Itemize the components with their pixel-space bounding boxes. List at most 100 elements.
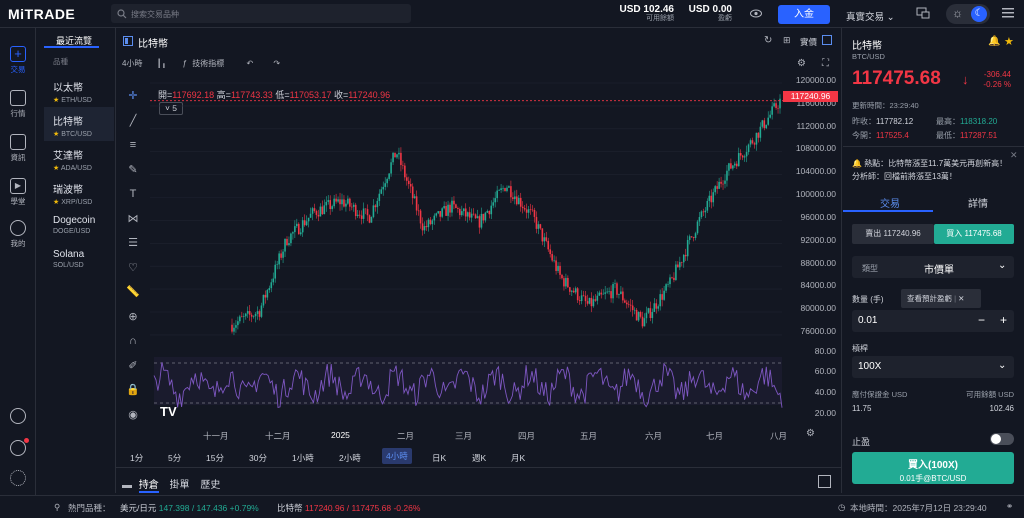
timeframe-2h[interactable]: 2小時 — [339, 452, 361, 464]
candle-body — [378, 193, 381, 201]
candle-body — [732, 165, 734, 169]
watchlist-item-sol[interactable]: Solana SOL/USD — [44, 243, 114, 277]
timeframe-day[interactable]: 日K — [432, 452, 446, 464]
timeframe-5m[interactable]: 5分 — [168, 452, 181, 464]
price-chart[interactable] — [150, 75, 840, 445]
plus-square-icon: + — [10, 46, 26, 62]
candle-body — [690, 236, 693, 238]
theme-toggle[interactable]: ☼ ☾ — [946, 4, 990, 24]
panel-toggle-icon[interactable] — [822, 35, 832, 45]
nav-item-academy[interactable]: ▶ 學堂 — [0, 178, 36, 207]
tab-history[interactable]: 歷史 — [200, 480, 220, 491]
quantity-stepper[interactable]: 0.01 − + — [852, 310, 1014, 332]
chart-icon — [10, 90, 26, 106]
last-price-label: 117240.96 — [783, 91, 838, 102]
timeframe-30m[interactable]: 30分 — [249, 452, 267, 464]
ticker-btc[interactable]: 比特幣 117240.96 / 117475.68 -0.26% — [277, 502, 420, 514]
watchlist-item-eth[interactable]: 以太幣 ★ ETH/USD — [44, 73, 114, 107]
support-icon[interactable] — [0, 408, 36, 426]
timeframe-1h[interactable]: 1小時 — [292, 452, 314, 464]
tab-orders[interactable]: 掛單 — [170, 480, 190, 491]
menu-icon[interactable] — [1002, 8, 1014, 18]
tab-details[interactable]: 詳情 — [968, 195, 988, 210]
order-type-select[interactable]: 類型 市價單 ⌄ — [852, 256, 1014, 278]
horizontal-lines-icon[interactable]: ≡ — [124, 133, 142, 158]
candle-body — [675, 264, 677, 281]
candle-body — [563, 278, 565, 287]
tab-trade[interactable]: 交易 — [880, 195, 900, 210]
fullscreen-icon[interactable]: ⛶ — [822, 58, 829, 69]
product-price: 117475.68 — [852, 68, 941, 89]
bell-icon[interactable]: 🔔 — [988, 36, 1000, 47]
trendline-icon[interactable]: ╱ — [124, 109, 142, 134]
watchlist-item-ada[interactable]: 艾達幣 ★ ADA/USD — [44, 141, 114, 175]
price-mode[interactable]: 實價 — [800, 36, 817, 48]
buy-button[interactable]: 買入(100X) 0.01手@BTC/USD — [852, 452, 1014, 484]
crosshair-icon[interactable]: ✛ — [124, 84, 142, 109]
candle-type-icon[interactable]: ┃╻ — [157, 59, 167, 68]
candle-body — [567, 277, 569, 288]
text-icon[interactable]: T — [124, 182, 142, 207]
pattern-icon[interactable]: ⋈ — [124, 207, 142, 232]
watchlist-item-doge[interactable]: Dogecoin DOGE/USD — [44, 209, 114, 243]
eye-icon[interactable] — [750, 9, 762, 18]
watchlist-item-xrp[interactable]: 瑞波幣 ★ XRP/USD — [44, 175, 114, 209]
lock-icon[interactable]: 🔒 — [124, 378, 142, 403]
ruler-icon[interactable]: 📏 — [124, 280, 142, 305]
indicators-button[interactable]: 技術指標 — [192, 59, 224, 68]
chart-settings-icon[interactable]: ⚙ — [797, 58, 806, 69]
layout-icon[interactable] — [916, 7, 930, 19]
ticker-usdjpy[interactable]: 美元/日元 147.398 / 147.436 +0.79% — [120, 502, 259, 514]
nav-item-news[interactable]: 資訊 — [0, 134, 36, 163]
candle-body — [622, 291, 624, 301]
nav-item-profile[interactable]: 我的 — [0, 220, 36, 249]
candle-body — [496, 190, 498, 199]
nav-item-trade[interactable]: + 交易 — [0, 46, 36, 75]
link-icon[interactable]: ⚭ — [1006, 501, 1013, 512]
watchlist-item-btc[interactable]: 比特幣 ★ BTC/USD — [44, 107, 114, 141]
candle-body — [321, 206, 324, 215]
nav-item-market[interactable]: 行情 — [0, 90, 36, 119]
candle-body — [561, 274, 563, 279]
zoom-in-icon[interactable]: ⊕ — [124, 305, 142, 330]
timeframe-4h[interactable]: 4小時 — [382, 448, 412, 464]
fib-icon[interactable]: ☰ — [124, 231, 142, 256]
settings-icon[interactable] — [0, 470, 36, 488]
margin-label: 應付保證金 USD — [852, 390, 908, 399]
indicator-icon[interactable]: ƒ — [183, 59, 187, 68]
interval-select[interactable]: 4小時 — [122, 59, 142, 68]
timeframe-15m[interactable]: 15分 — [206, 452, 224, 464]
eye-hide-icon[interactable]: ◉ — [124, 403, 142, 428]
y-tick: 76000.00 — [800, 326, 836, 336]
magnet-icon[interactable]: ∩ — [124, 329, 142, 354]
redo-icon[interactable]: ↷ — [273, 59, 280, 68]
leverage-select[interactable]: 100X ⌄ — [852, 356, 1014, 378]
close-icon[interactable]: ✕ — [1010, 150, 1018, 161]
pencil-lock-icon[interactable]: ✐ — [124, 354, 142, 379]
news-banner[interactable]: 🔔 熱點：比特幣漲至11.7萬美元再創新高！分析師：回檔前將漲至13萬！ — [852, 157, 1012, 183]
candle-body — [702, 211, 705, 213]
watchlist-tab[interactable]: 最近流覽 — [44, 34, 99, 48]
refresh-icon[interactable]: ↻ — [764, 35, 772, 46]
take-profit-toggle[interactable] — [990, 433, 1014, 445]
grid-icon[interactable]: ⊞ — [783, 35, 791, 46]
timeframe-1m[interactable]: 1分 — [130, 452, 143, 464]
candle-body — [319, 206, 322, 217]
tab-positions[interactable]: 持倉 — [138, 480, 159, 493]
undo-icon[interactable]: ↶ — [246, 59, 253, 68]
message-icon[interactable] — [0, 438, 36, 458]
brush-icon[interactable]: ✎ — [124, 158, 142, 183]
favorite-star-icon[interactable]: ★ — [1004, 35, 1014, 48]
timeframe-week[interactable]: 週K — [472, 452, 486, 464]
timeframe-month[interactable]: 月K — [511, 452, 525, 464]
candle-body — [600, 292, 603, 295]
candle-body — [708, 195, 711, 201]
account-mode-select[interactable]: 真實交易 ⌄ — [846, 9, 895, 23]
deposit-button[interactable]: 入金 — [778, 5, 830, 24]
buy-toggle[interactable]: 買入 117475.68 — [934, 224, 1014, 244]
expand-icon[interactable] — [818, 475, 831, 488]
sell-button[interactable]: 賣出 117240.96 — [852, 224, 934, 244]
search-input[interactable]: 搜索交易品种 — [111, 4, 411, 23]
axis-settings-icon[interactable]: ⚙ — [806, 428, 815, 439]
heart-icon[interactable]: ♡ — [124, 256, 142, 281]
